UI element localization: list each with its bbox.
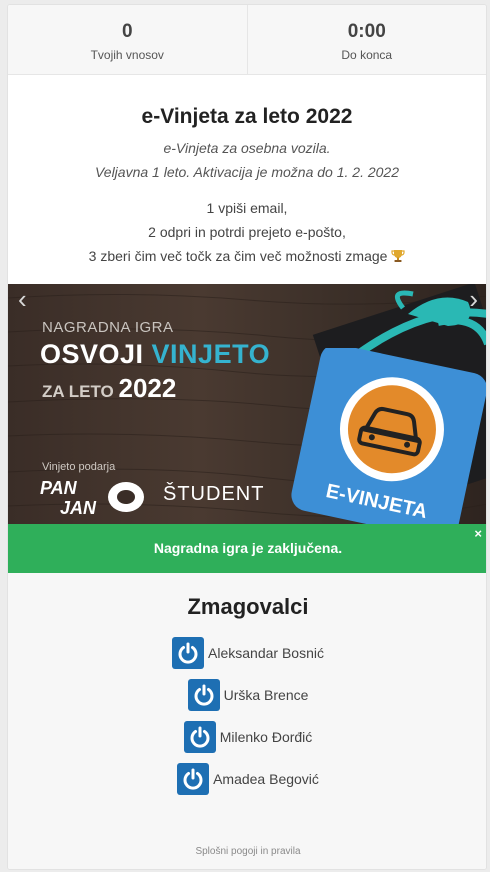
intro-section: e-Vinjeta za leto 2022 e-Vinjeta za oseb… xyxy=(8,75,486,268)
promo-banner[interactable]: ‹ › NAGRADNA IGRA OSVOJI VINJETO ZA LETO… xyxy=(8,284,486,524)
entries-label: Tvojih vnosov xyxy=(90,48,164,62)
panjan-logo-top: PAN xyxy=(40,478,78,498)
contest-steps: 1 vpiši email, 2 odpri in potrdi prejeto… xyxy=(8,196,486,268)
contest-closed-notice: Nagradna igra je zaključena. × xyxy=(8,524,486,573)
promo-headline-accent: VINJETO xyxy=(151,339,271,369)
winner-name: Urška Brence xyxy=(223,687,309,703)
power-icon xyxy=(183,721,216,753)
winner-item: Aleksandar Bosnić xyxy=(8,632,486,674)
step-2: 2 odpri in potrdi prejeto e-pošto, xyxy=(148,224,346,240)
trophy-icon xyxy=(391,250,405,262)
notice-text: Nagradna igra je zaključena. xyxy=(153,540,343,556)
close-icon[interactable]: × xyxy=(474,527,482,540)
promo-year: 2022 xyxy=(118,373,177,403)
contest-card: 0 Tvojih vnosov 0:00 Do konca e-Vinjeta … xyxy=(7,4,487,870)
power-icon xyxy=(177,763,210,795)
panjan-logo-bottom: JAN xyxy=(60,498,97,517)
subtitle-line-1: e-Vinjeta za osebna vozila. xyxy=(163,140,331,156)
entries-stat: 0 Tvojih vnosov xyxy=(8,5,247,74)
winner-name: Aleksandar Bosnić xyxy=(208,645,324,661)
terms-link[interactable]: Splošni pogoji in pravila xyxy=(8,846,486,857)
carousel-next-arrow[interactable]: › xyxy=(469,284,478,315)
winner-item: Amadea Begović xyxy=(8,758,486,800)
countdown-value: 0:00 xyxy=(347,21,386,42)
countdown-label: Do konca xyxy=(341,48,393,62)
promo-headline: OSVOJI VINJETO xyxy=(40,339,270,370)
sponsor-label: Vinjeto podarja xyxy=(42,461,116,473)
winners-title: Zmagovalci xyxy=(187,594,309,619)
entries-count: 0 xyxy=(121,21,133,42)
power-icon xyxy=(172,637,205,669)
step-3-text: 3 zberi čim več točk za čim več možnosti… xyxy=(88,248,388,264)
promo-headline-small: NAGRADNA IGRA xyxy=(42,319,174,336)
stats-bar: 0 Tvojih vnosov 0:00 Do konca xyxy=(8,5,486,75)
countdown-stat: 0:00 Do konca xyxy=(246,5,487,74)
promo-headline-part-1: OSVOJI xyxy=(40,339,152,369)
winner-item: Urška Brence xyxy=(8,674,486,716)
winners-section: Zmagovalci Aleksandar Bosnić Urška Brenc… xyxy=(8,573,486,869)
student-logo: ŠTUDENT xyxy=(163,483,265,505)
e-vinjeta-badge: E-VINJETA xyxy=(291,348,486,524)
winner-item: Milenko Đorđić xyxy=(8,716,486,758)
winner-name: Milenko Đorđić xyxy=(219,729,313,745)
winner-name: Amadea Begović xyxy=(213,771,319,787)
winner-list: Aleksandar Bosnić Urška Brence Milenko Đ… xyxy=(8,632,486,800)
contest-title: e-Vinjeta za leto 2022 xyxy=(141,105,353,128)
power-icon xyxy=(187,679,220,711)
step-3: 3 zberi čim več točk za čim več možnosti… xyxy=(8,244,486,268)
promo-year-line: ZA LETO 2022 xyxy=(42,373,176,404)
panjan-logo: PAN JAN xyxy=(40,478,144,517)
subtitle-line-2: Veljavna 1 leto. Aktivacija je možna do … xyxy=(94,164,400,180)
contest-subtitle: e-Vinjeta za osebna vozila. Veljavna 1 l… xyxy=(8,136,486,184)
step-1: 1 vpiši email, xyxy=(206,200,288,216)
carousel-prev-arrow[interactable]: ‹ xyxy=(18,284,27,315)
promo-year-prefix: ZA LETO xyxy=(42,382,119,401)
